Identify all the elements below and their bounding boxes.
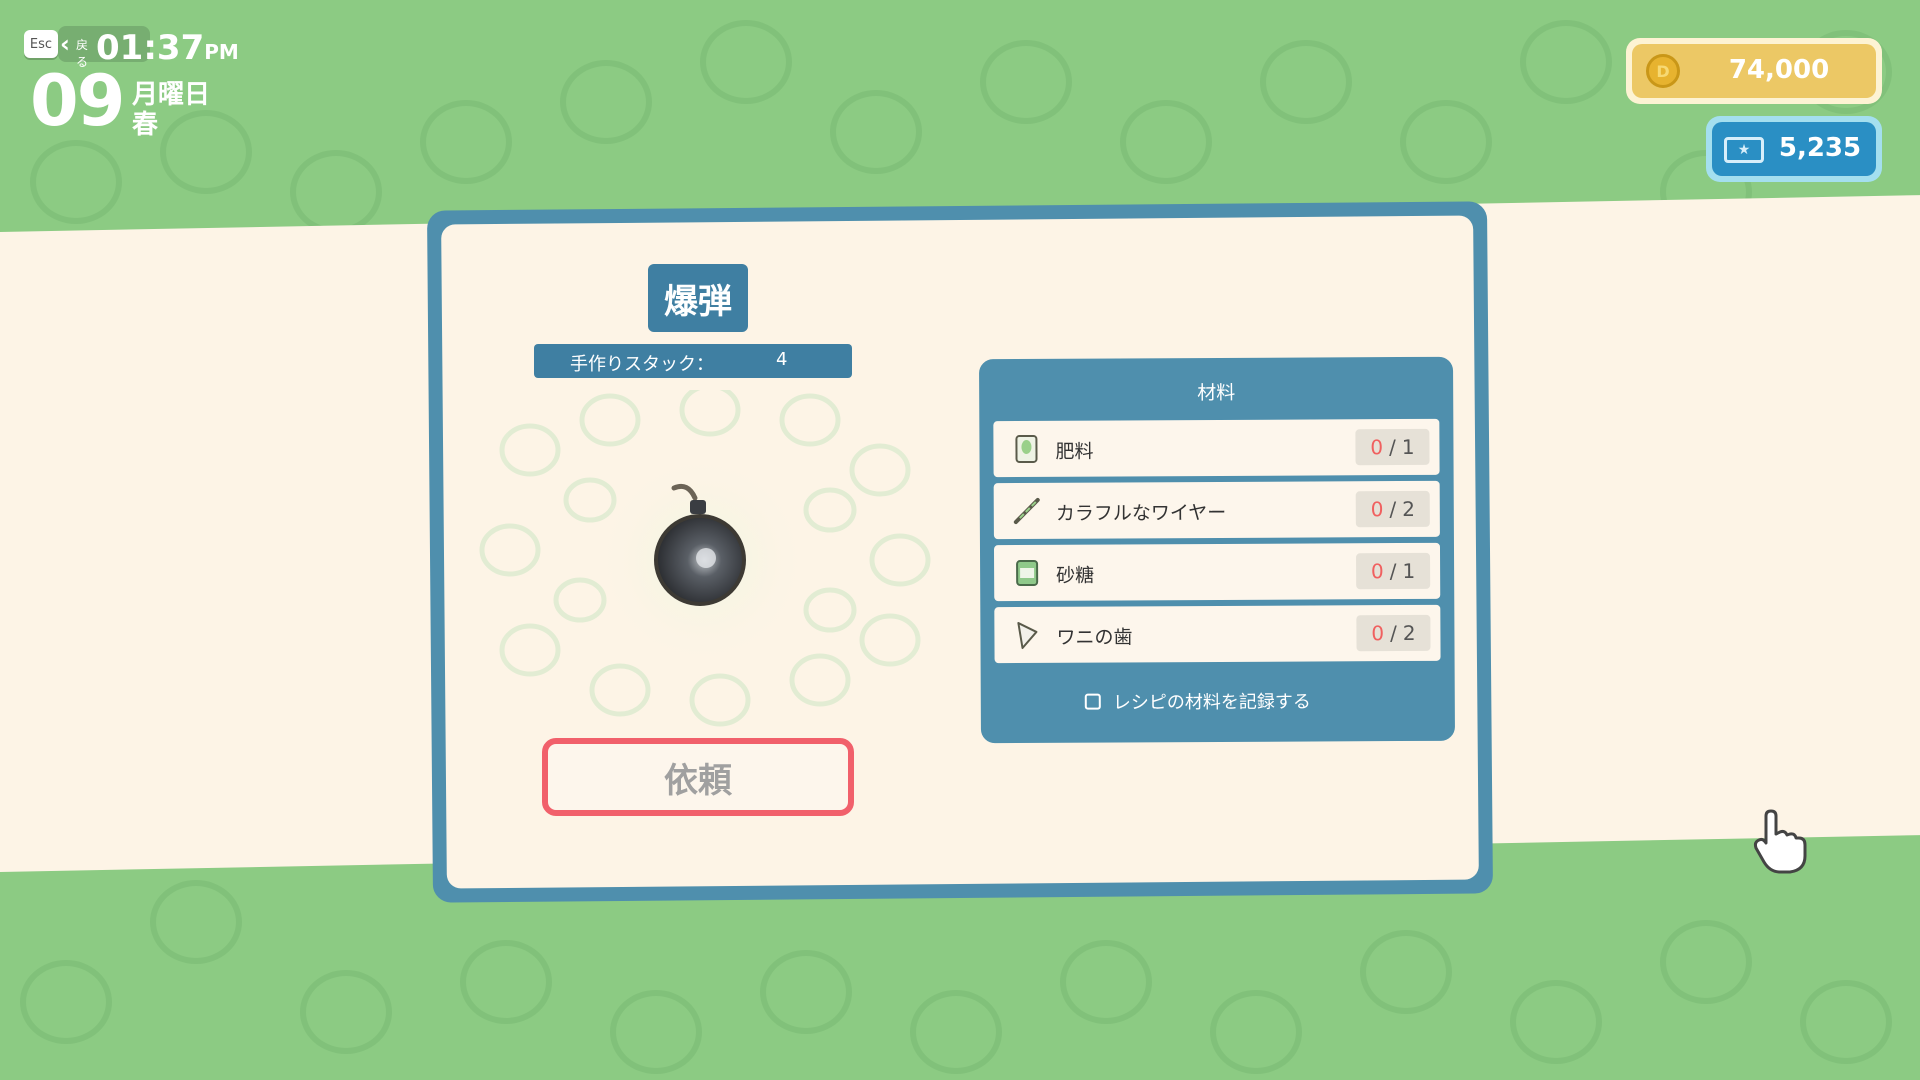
record-recipe-label: レシピの材料を記録する <box>1112 691 1311 714</box>
material-row: 砂糖 0/1 <box>993 542 1441 602</box>
coin-balance: D 74,000 <box>1626 38 1882 104</box>
ticket-icon: ★ <box>1724 137 1764 163</box>
material-need: 2 <box>1402 620 1416 646</box>
material-need: 1 <box>1402 558 1416 584</box>
item-title: 爆弾 <box>648 264 748 332</box>
material-row: ワニの歯 0/2 <box>994 604 1441 664</box>
day-number: 09 <box>30 60 125 142</box>
material-count: 0/1 <box>1356 552 1431 590</box>
coin-icon: D <box>1646 54 1680 88</box>
fertilizer-bag-icon <box>1015 434 1038 464</box>
esc-key-hint[interactable]: Esc <box>24 30 58 58</box>
request-button[interactable]: 依頼 <box>542 738 854 816</box>
colorful-wire-icon <box>1013 497 1040 525</box>
craft-stack-value: 4 <box>776 349 788 370</box>
crocodile-tooth-icon <box>1017 622 1038 650</box>
material-count: 0/1 <box>1355 428 1430 466</box>
record-recipe-toggle[interactable]: レシピの材料を記録する <box>1084 688 1311 715</box>
back-arrow-icon: ‹ <box>60 30 70 58</box>
sugar-bag-icon <box>1016 559 1039 587</box>
material-have: 0 <box>1370 559 1384 584</box>
season: 春 <box>132 110 159 140</box>
ticket-value: 5,235 <box>1778 133 1862 163</box>
material-need: 1 <box>1401 434 1415 460</box>
material-name: 肥料 <box>1055 440 1094 463</box>
material-separator: / <box>1389 435 1396 460</box>
coin-value: 74,000 <box>1728 55 1830 85</box>
material-have: 0 <box>1370 435 1384 460</box>
material-row: 肥料 0/1 <box>993 418 1440 478</box>
clock-ampm: PM <box>204 40 239 64</box>
material-separator: / <box>1389 559 1397 584</box>
craft-stack-label: 手作りスタック： <box>570 354 714 375</box>
materials-panel: 材料 肥料 0/1 カラフルなワイヤー 0/2 砂糖 0/1 ワニの歯 0 / … <box>978 356 1456 744</box>
material-separator: / <box>1389 497 1397 522</box>
materials-title: 材料 <box>1197 381 1236 405</box>
material-separator: / <box>1389 621 1397 646</box>
material-name: カラフルなワイヤー <box>1055 501 1227 525</box>
material-count: 0/2 <box>1355 490 1430 528</box>
material-count: 0/2 <box>1356 614 1431 652</box>
hand-cursor-icon <box>1753 809 1807 874</box>
material-have: 0 <box>1370 497 1384 522</box>
material-name: ワニの歯 <box>1056 626 1133 649</box>
material-have: 0 <box>1371 621 1385 646</box>
ticket-balance: ★ 5,235 <box>1706 116 1882 182</box>
material-row: カラフルなワイヤー 0/2 <box>993 480 1440 540</box>
bomb-icon <box>479 390 931 727</box>
record-recipe-checkbox[interactable] <box>1084 693 1101 710</box>
material-need: 2 <box>1402 496 1415 522</box>
craft-stack-bar: 手作りスタック： 4 <box>534 344 852 378</box>
material-name: 砂糖 <box>1056 564 1095 587</box>
